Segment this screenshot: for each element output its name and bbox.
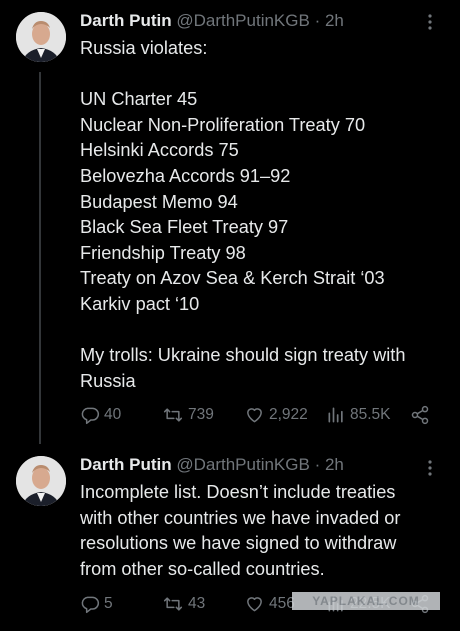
timestamp[interactable]: 2h [325,11,344,30]
views-button[interactable]: 85.5K [326,405,391,425]
text-line: Nuclear Non-Proliferation Treaty 70 [80,114,366,135]
reply-icon [80,594,100,614]
retweet-button[interactable]: 43 [162,594,205,614]
more-icon[interactable] [427,460,433,476]
text-line: My trolls: Ukraine should sign treaty wi… [80,345,406,366]
reply-button[interactable]: 5 [80,594,113,614]
retweet-button[interactable]: 739 [162,405,214,425]
views-count: 85.5K [350,406,391,423]
text-line [80,318,450,344]
separator: · [314,455,321,474]
thread-line [39,72,41,444]
text-line: Treaty on Azov Sea & Kerch Strait ‘03 [80,268,385,289]
text-line: with other countries we have invaded or [80,507,401,528]
text-line: Incomplete list. Doesn’t include treatie… [80,482,396,502]
text-line: Budapest Memo 94 [80,191,238,212]
separator: · [314,11,321,30]
avatar[interactable] [16,456,66,506]
text-line: resolutions we have signed to withdraw [80,533,397,554]
reply-count: 40 [104,406,122,423]
retweet-icon [162,405,184,425]
text-line: Friendship Treaty 98 [80,242,246,263]
text-line: from other so-called countries. [80,558,325,579]
views-icon [326,405,346,425]
tweet-text: Incomplete list. Doesn’t include treatie… [80,480,450,582]
retweet-icon [162,594,184,614]
more-icon[interactable] [427,14,433,30]
tweet-1[interactable]: Darth Putin @DarthPutinKGB · 2h Russia v… [0,0,460,446]
text-line: Russia [80,370,136,391]
display-name[interactable]: Darth Putin [80,455,172,474]
like-button[interactable]: 2,922 [244,405,308,425]
reply-button[interactable]: 40 [80,405,121,425]
watermark: YAPLAKAL.COM [292,592,440,610]
retweet-count: 43 [188,595,206,612]
tweet-header: Darth Putin @DarthPutinKGB · 2h [80,11,344,31]
text-line: Karkiv pact ‘10 [80,293,200,314]
display-name[interactable]: Darth Putin [80,11,172,30]
reply-icon [80,405,100,425]
tweet-actions: 40 739 2,922 85.5K [80,405,440,429]
avatar[interactable] [16,12,66,62]
text-line: Helsinki Accords 75 [80,140,239,161]
reply-count: 5 [104,595,113,612]
share-icon [410,405,430,425]
text-line: Black Sea Fleet Treaty 97 [80,217,289,238]
tweet-header: Darth Putin @DarthPutinKGB · 2h [80,455,344,475]
share-button[interactable] [410,405,430,425]
text-line: Russia violates: [80,38,208,58]
text-line: Belovezha Accords 91–92 [80,165,291,186]
like-button[interactable]: 456 [244,594,295,614]
handle[interactable]: @DarthPutinKGB [176,11,309,30]
heart-icon [244,594,265,614]
like-count: 456 [269,595,295,612]
tweet-text: Russia violates: UN Charter 45 Nuclear N… [80,36,450,394]
text-line: UN Charter 45 [80,89,198,110]
handle[interactable]: @DarthPutinKGB [176,455,309,474]
text-line [80,62,450,88]
like-count: 2,922 [269,406,308,423]
heart-icon [244,405,265,425]
timestamp[interactable]: 2h [325,455,344,474]
retweet-count: 739 [188,406,214,423]
